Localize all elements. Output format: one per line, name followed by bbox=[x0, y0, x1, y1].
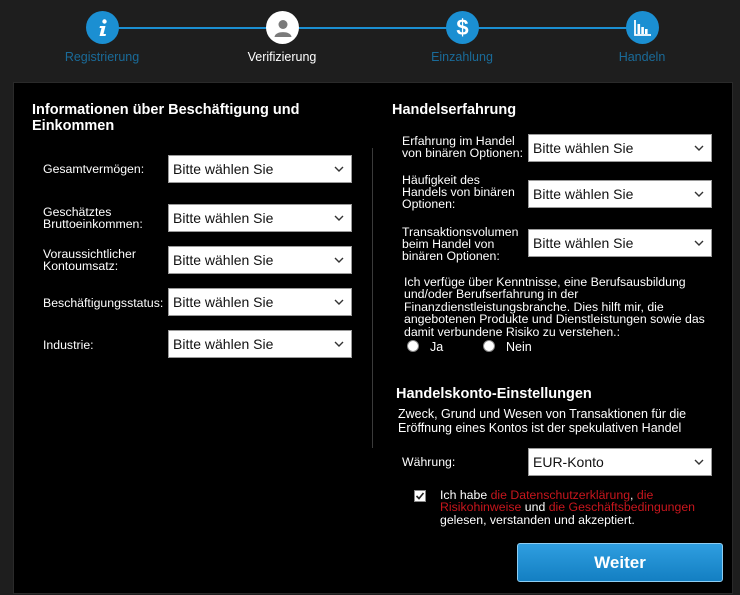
step-label-registrierung: Registrierung bbox=[64, 50, 140, 64]
account-description: Zweck, Grund und Wesen von Transaktionen… bbox=[398, 407, 687, 435]
chevron-down-icon bbox=[694, 459, 704, 465]
consent-text: Ich habe die Datenschutzerklärung, die R… bbox=[440, 489, 720, 526]
select-transaktionsvolumen[interactable]: Bitte wählen Sie bbox=[528, 229, 712, 257]
label-gesamtvermoegen: Gesamtvermögen: bbox=[43, 162, 145, 176]
label-erfahrung: Erfahrung im Handel von binären Optionen… bbox=[402, 134, 524, 160]
stepper-line bbox=[103, 27, 643, 29]
label-beschaeftigungsstatus: Beschäftigungsstatus: bbox=[43, 296, 164, 310]
step-label-einzahlung: Einzahlung bbox=[431, 50, 493, 64]
checkmark-icon bbox=[415, 492, 425, 500]
chevron-down-icon bbox=[334, 341, 344, 347]
chevron-down-icon bbox=[334, 215, 344, 221]
progress-stepper: $ Registrierung Verifizierung Einzahlung… bbox=[0, 0, 740, 80]
select-value: Bitte wählen Sie bbox=[173, 336, 274, 352]
step-verifizierung-user-icon bbox=[266, 11, 299, 44]
select-kontoumsatz[interactable]: Bitte wählen Sie bbox=[168, 246, 352, 274]
step-label-handeln: Handeln bbox=[618, 50, 666, 64]
radio-ja-label: Ja bbox=[430, 340, 444, 354]
column-divider bbox=[372, 148, 373, 448]
select-value: Bitte wählen Sie bbox=[533, 235, 634, 251]
select-haeufigkeit[interactable]: Bitte wählen Sie bbox=[528, 180, 712, 208]
step-label-verifizierung: Verifizierung bbox=[247, 50, 317, 64]
step-handeln-chart-icon bbox=[626, 11, 659, 44]
select-value: Bitte wählen Sie bbox=[173, 294, 274, 310]
select-waehrung[interactable]: EUR-Konto bbox=[528, 448, 712, 476]
label-waehrung: Währung: bbox=[402, 455, 456, 469]
step-registrierung-info-icon bbox=[86, 11, 119, 44]
select-value: Bitte wählen Sie bbox=[533, 186, 634, 202]
select-value: Bitte wählen Sie bbox=[173, 252, 274, 268]
select-beschaeftigungsstatus[interactable]: Bitte wählen Sie bbox=[168, 288, 352, 316]
select-gesamtvermoegen[interactable]: Bitte wählen Sie bbox=[168, 155, 352, 183]
select-value: EUR-Konto bbox=[533, 454, 604, 470]
label-industrie: Industrie: bbox=[43, 338, 94, 352]
label-kontoumsatz: Voraussichtlicher Kontoumsatz: bbox=[43, 247, 136, 273]
select-value: Bitte wählen Sie bbox=[173, 210, 274, 226]
consent-suffix: gelesen, verstanden und akzeptiert. bbox=[440, 512, 635, 527]
select-industrie[interactable]: Bitte wählen Sie bbox=[168, 330, 352, 358]
radio-nein-label: Nein bbox=[506, 340, 532, 354]
chevron-down-icon bbox=[694, 145, 704, 151]
chevron-down-icon bbox=[334, 257, 344, 263]
chevron-down-icon bbox=[694, 240, 704, 246]
label-bruttoeinkommen: Geschätztes Bruttoeinkommen: bbox=[43, 205, 143, 231]
account-section-title: Handelskonto-Einstellungen bbox=[396, 386, 592, 402]
experience-section-title: Handelserfahrung bbox=[392, 102, 517, 118]
chevron-down-icon bbox=[334, 299, 344, 305]
select-value: Bitte wählen Sie bbox=[173, 161, 274, 177]
select-bruttoeinkommen[interactable]: Bitte wählen Sie bbox=[168, 204, 352, 232]
chevron-down-icon bbox=[334, 166, 344, 172]
weiter-button[interactable]: Weiter bbox=[517, 543, 723, 582]
knowledge-statement: Ich verfüge über Kenntnisse, eine Berufs… bbox=[404, 275, 705, 339]
select-erfahrung[interactable]: Bitte wählen Sie bbox=[528, 134, 712, 162]
label-transaktionsvolumen: Transaktionsvolumen beim Handel von binä… bbox=[402, 225, 519, 263]
label-haeufigkeit: Häufigkeit des Handels von binären Optio… bbox=[402, 173, 515, 211]
chevron-down-icon bbox=[694, 191, 704, 197]
radio-nein[interactable] bbox=[483, 340, 495, 352]
employment-section-title: Informationen über Beschäftigung und Ein… bbox=[32, 102, 300, 134]
consent-checkbox[interactable] bbox=[414, 490, 426, 502]
select-value: Bitte wählen Sie bbox=[533, 140, 634, 156]
verification-form: Informationen über Beschäftigung und Ein… bbox=[13, 82, 733, 594]
step-einzahlung-dollar-icon: $ bbox=[446, 11, 479, 44]
radio-ja[interactable] bbox=[407, 340, 419, 352]
